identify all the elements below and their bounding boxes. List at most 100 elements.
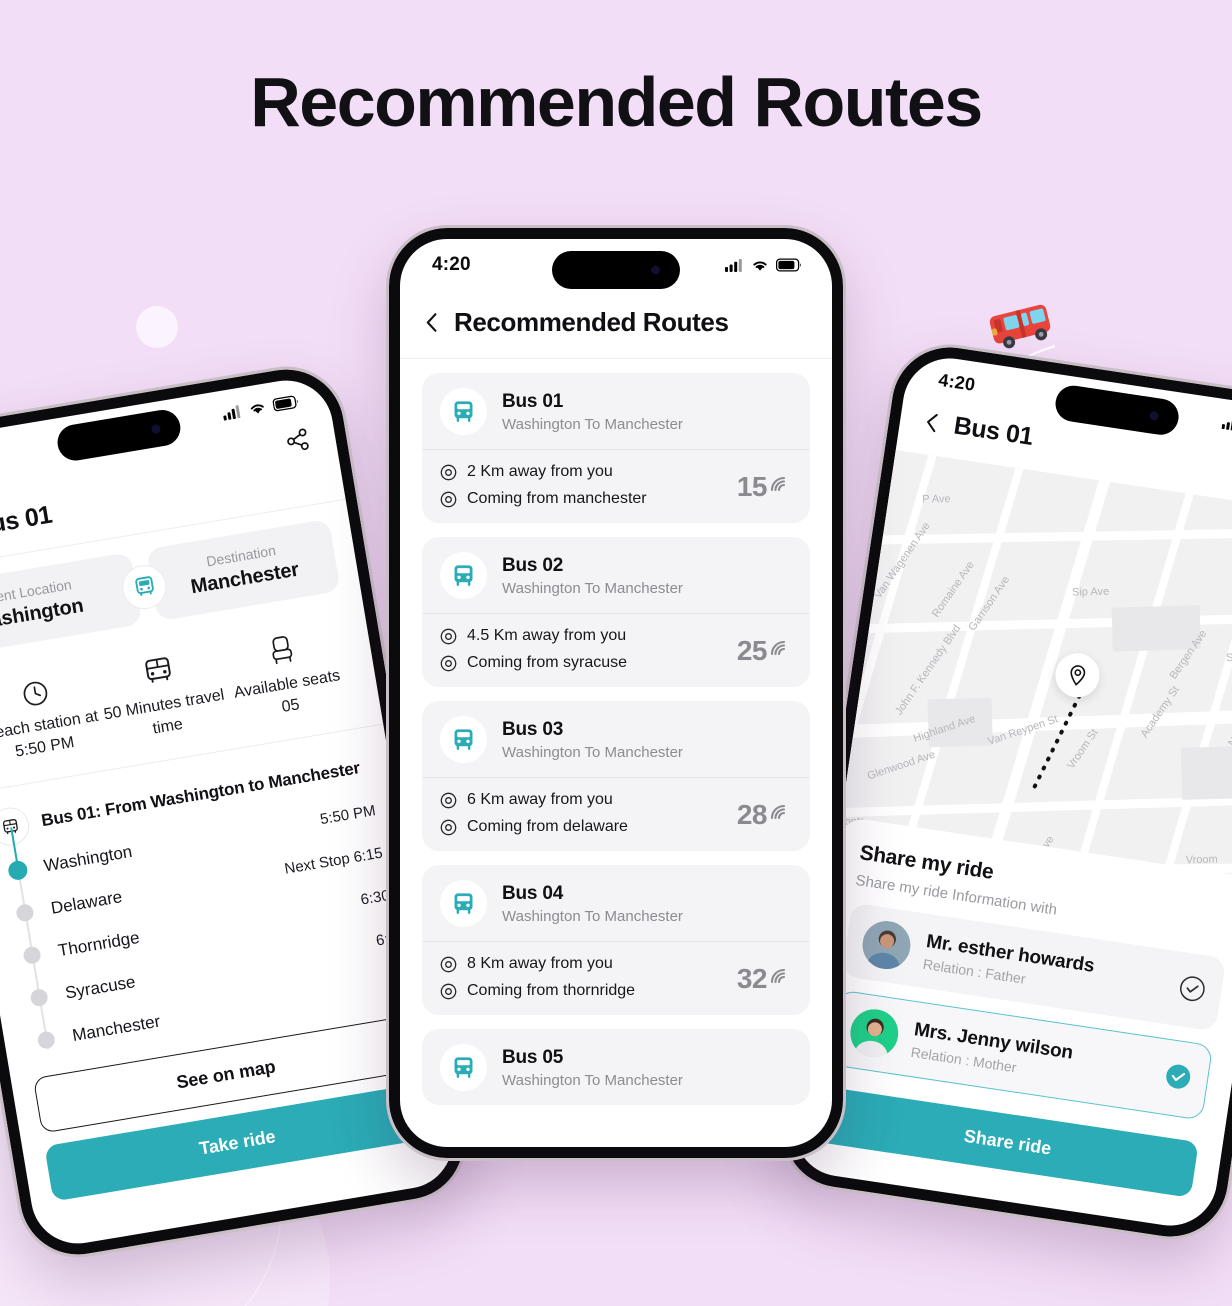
eta-badge: 15 [737, 471, 792, 501]
stop-name: Manchester [70, 1011, 162, 1045]
origin-row: Coming from thornridge [440, 982, 635, 1000]
poster-canvas: Recommended Routes 4:20 [0, 0, 1232, 1306]
target-pin-icon [440, 464, 457, 480]
page-title: Recommended Routes [454, 307, 729, 337]
distance-row: 4.5 Km away from you [440, 627, 627, 645]
route-card-header: Bus 04 Washington To Manchester [422, 865, 810, 941]
status-time: 4:20 [432, 254, 471, 275]
route-card-details: 8 Km away from you Coming from thornridg… [422, 942, 810, 1015]
stop-name: Delaware [49, 886, 124, 918]
check-circle-filled-icon[interactable] [1163, 1061, 1193, 1096]
bus-name: Bus 05 [502, 1046, 564, 1068]
table-row[interactable]: Bus 02 Washington To Manchester 4.5 Km a… [422, 537, 810, 687]
phone-right-share-ride: 4:20 Bus 01 P Ave Van Wagenen Ave Romain… [772, 336, 1232, 1248]
bus-name: Bus 01 [502, 390, 564, 412]
stat-label: Reach station at 5:50 PM [0, 707, 100, 761]
page-title: Bus 01 [0, 500, 55, 542]
signal-icon [725, 259, 742, 272]
distance-text: 4.5 Km away from you [467, 627, 627, 644]
bus-route: Washington To Manchester [502, 743, 683, 761]
stop-time: Next Stop 6:15 [283, 844, 384, 878]
route-card-details: 6 Km away from you Coming from delaware … [422, 778, 810, 851]
eta-value: 32 [736, 962, 768, 994]
target-pin-icon [440, 655, 457, 671]
signal-waves-icon [770, 804, 786, 819]
stat-label: Available seats 05 [232, 667, 342, 716]
bus-name: Bus 02 [502, 554, 564, 576]
status-time: 4:20 [937, 369, 977, 395]
origin-text: Coming from thornridge [467, 982, 636, 999]
signal-icon [223, 405, 241, 421]
chevron-left-icon[interactable] [426, 313, 437, 332]
stat-available-seats: Available seats 05 [217, 621, 354, 727]
bus-icon [440, 388, 487, 435]
eta-value: 15 [736, 470, 768, 502]
avatar [859, 918, 914, 973]
distance-row: 2 Km away from you [440, 463, 647, 481]
target-pin-icon [440, 491, 457, 507]
target-pin-icon [440, 983, 457, 999]
routes-list: Bus 01 Washington To Manchester 2 Km awa… [400, 359, 832, 1105]
table-row[interactable]: Bus 04 Washington To Manchester 8 Km awa… [422, 865, 810, 1015]
chevron-left-icon[interactable] [925, 412, 939, 433]
stop-dot [28, 988, 49, 1008]
stop-time: 5:50 PM [318, 802, 377, 829]
eta-badge: 25 [737, 635, 792, 665]
origin-row: Coming from syracuse [440, 654, 627, 672]
stop-dot [14, 903, 35, 923]
stop-dot [21, 945, 42, 966]
route-card-header: Bus 03 Washington To Manchester [422, 701, 810, 777]
bus-route: Washington To Manchester [502, 579, 683, 597]
table-row[interactable]: Bus 03 Washington To Manchester 6 Km awa… [422, 701, 810, 851]
distance-text: 6 Km away from you [467, 791, 613, 808]
bus-icon [440, 552, 487, 599]
stop-name: Washington [42, 841, 134, 876]
signal-waves-icon [770, 476, 786, 491]
battery-icon [776, 258, 801, 272]
origin-text: Coming from manchester [467, 490, 647, 507]
target-pin-icon [440, 792, 457, 808]
target-pin-icon [440, 628, 457, 644]
stat-reach-time: Reach station at 5:50 PM [0, 663, 108, 769]
stop-dot [36, 1030, 56, 1051]
decorative-circle [136, 306, 178, 348]
phone-center-recommended-routes: 4:20 Recommended Routes Bus 01 Washingto… [386, 225, 846, 1161]
bus-icon [440, 716, 487, 763]
origin-text: Coming from syracuse [467, 654, 628, 671]
bus-route: Washington To Manchester [502, 415, 683, 433]
origin-row: Coming from delaware [440, 818, 628, 836]
route-card-details: 4.5 Km away from you Coming from syracus… [422, 614, 810, 687]
stop-time: 6:30 [359, 887, 392, 909]
phone-right-screen: 4:20 Bus 01 P Ave Van Wagenen Ave Romain… [788, 352, 1232, 1232]
share-icon[interactable] [284, 427, 311, 458]
page-title: Bus 01 [951, 411, 1035, 451]
eta-value: 25 [736, 634, 768, 666]
bus-route: Washington To Manchester [502, 907, 683, 925]
distance-row: 8 Km away from you [440, 955, 635, 973]
bus-route: Washington To Manchester [502, 1071, 683, 1089]
distance-text: 2 Km away from you [467, 463, 613, 480]
bus-doodle-icon [984, 300, 1058, 356]
eta-value: 28 [736, 798, 768, 830]
stop-name: Thornridge [56, 927, 141, 960]
bus-icon [0, 804, 32, 849]
phone-center-screen: 4:20 Recommended Routes Bus 01 Washingto… [400, 239, 832, 1147]
table-row[interactable]: Bus 05 Washington To Manchester [422, 1029, 810, 1105]
origin-row: Coming from manchester [440, 490, 647, 508]
distance-text: 8 Km away from you [467, 955, 613, 972]
route-card-header: Bus 02 Washington To Manchester [422, 537, 810, 613]
status-icons [222, 394, 300, 421]
status-icons [725, 258, 802, 272]
dynamic-island [552, 251, 680, 289]
share-sheet: Share my ride Share my ride Information … [792, 815, 1232, 1202]
app-header: Recommended Routes [400, 291, 832, 359]
page-title: Recommended Routes [250, 63, 983, 141]
stop-name: Syracuse [63, 971, 137, 1003]
eta-badge: 28 [737, 799, 792, 829]
distance-row: 6 Km away from you [440, 791, 628, 809]
table-row[interactable]: Bus 01 Washington To Manchester 2 Km awa… [422, 373, 810, 523]
avatar [847, 1006, 902, 1061]
bus-name: Bus 03 [502, 718, 564, 740]
stop-dot [6, 859, 29, 882]
check-circle-icon[interactable] [1177, 973, 1207, 1008]
